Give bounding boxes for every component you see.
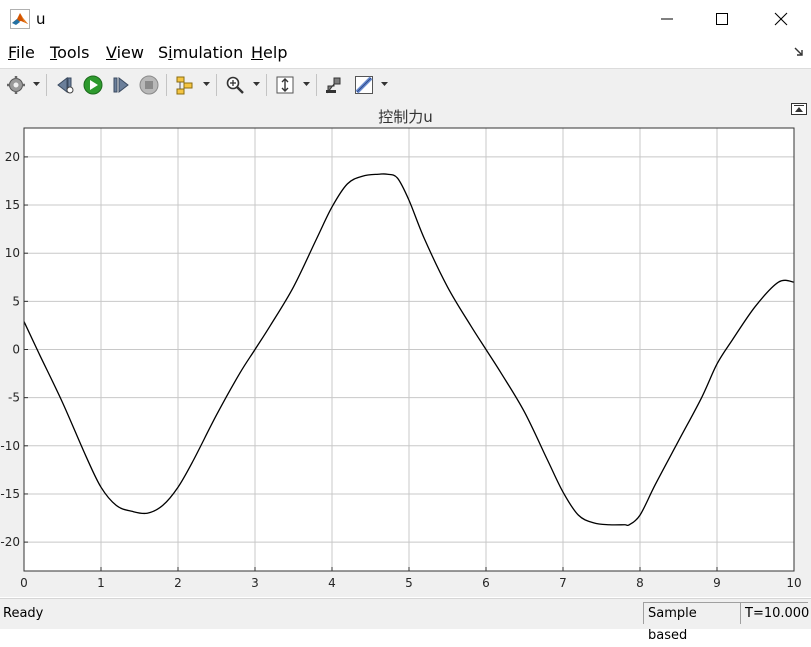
y-tick-label: 10: [5, 246, 20, 260]
status-ready: Ready: [3, 606, 44, 621]
x-tick-label: 2: [174, 576, 182, 590]
y-tick-label: -15: [0, 487, 20, 501]
y-tick-label: 5: [12, 294, 20, 308]
y-tick-label: 20: [5, 150, 20, 164]
y-tick-label: 15: [5, 198, 20, 212]
x-tick-label: 1: [97, 576, 105, 590]
scope-plot[interactable]: 0 1 2 3 4 5 6 7 8 9 10 20 15 10 5 0 -5 -10 -15 -20: [0, 0, 811, 597]
sample-mode-status: Sample based: [643, 602, 740, 643]
x-tick-label: 10: [786, 576, 801, 590]
y-tick-label: -5: [8, 391, 20, 405]
y-tick-label: -10: [0, 439, 20, 453]
x-tick-label: 0: [20, 576, 28, 590]
simulation-time-status: T=10.000: [740, 602, 809, 624]
plot-title: 控制力u: [378, 108, 433, 126]
x-tick-label: 5: [405, 576, 413, 590]
undock-icon[interactable]: [791, 103, 807, 115]
y-tick-label: -20: [0, 535, 20, 549]
status-bar: Ready Sample based T=10.000: [0, 598, 811, 643]
x-tick-label: 7: [559, 576, 567, 590]
y-tick-label: 0: [12, 343, 20, 357]
x-tick-label: 3: [251, 576, 259, 590]
x-tick-label: 9: [713, 576, 721, 590]
x-tick-label: 8: [636, 576, 644, 590]
x-tick-label: 4: [328, 576, 336, 590]
x-tick-label: 6: [482, 576, 490, 590]
